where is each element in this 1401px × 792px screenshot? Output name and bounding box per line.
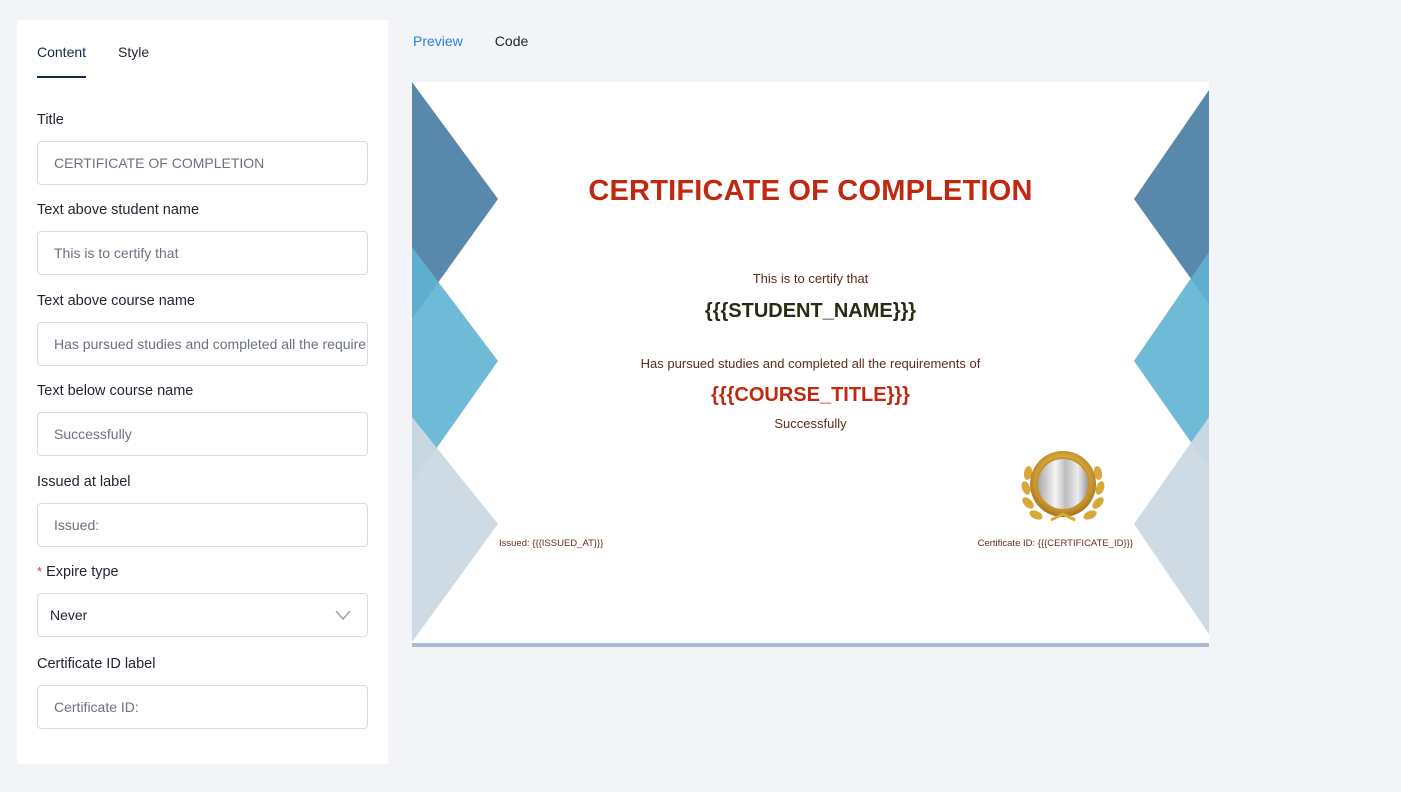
above-course-field: Text above course name Has pursued studi…: [37, 291, 368, 366]
title-input[interactable]: CERTIFICATE OF COMPLETION: [37, 141, 368, 185]
below-course-field: Text below course name Successfully: [37, 381, 368, 456]
expire-type-label: * Expire type: [37, 562, 368, 582]
below-course-label: Text below course name: [37, 383, 194, 399]
above-student-input[interactable]: This is to certify that: [37, 231, 368, 275]
certificate-student-name: {{{STUDENT_NAME}}}: [704, 300, 917, 322]
expire-type-field: * Expire type Never: [37, 562, 368, 637]
title-field: Title CERTIFICATE OF COMPLETION: [37, 110, 368, 185]
required-mark: *: [37, 564, 43, 579]
chevron-down-icon: [335, 610, 351, 621]
certificate-id: Certificate ID: {{{CERTIFICATE_ID}}}: [977, 538, 1133, 549]
issued-label-field: Issued at label Issued:: [37, 472, 368, 547]
certificate-above-course: Has pursued studies and completed all th…: [640, 356, 981, 371]
below-course-input[interactable]: Successfully: [37, 412, 368, 456]
above-course-input[interactable]: Has pursued studies and completed all th…: [37, 322, 368, 366]
certificate-course-title: {{{COURSE_TITLE}}}: [711, 384, 910, 406]
cert-id-label-field: Certificate ID label Certificate ID:: [37, 654, 368, 729]
above-course-label: Text above course name: [37, 293, 195, 309]
certificate-preview: CERTIFICATE OF COMPLETION This is to cer…: [412, 82, 1209, 647]
certificate-below-course: Successfully: [774, 416, 847, 431]
cert-id-label-input[interactable]: Certificate ID:: [37, 685, 368, 729]
expire-type-value: Never: [50, 607, 88, 623]
certificate-title: CERTIFICATE OF COMPLETION: [588, 175, 1033, 207]
settings-tabs: Content Style: [37, 44, 181, 78]
tab-content[interactable]: Content: [37, 44, 87, 78]
issued-label-input[interactable]: Issued:: [37, 503, 368, 547]
above-student-field: Text above student name This is to certi…: [37, 200, 368, 275]
tab-preview[interactable]: Preview: [413, 33, 463, 49]
cert-id-label-label: Certificate ID label: [37, 656, 156, 672]
certificate-above-student: This is to certify that: [752, 271, 869, 286]
preview-tabs: Preview Code: [413, 33, 560, 49]
title-label: Title: [37, 112, 64, 128]
issued-label-label: Issued at label: [37, 474, 131, 490]
tab-code[interactable]: Code: [495, 33, 528, 49]
expire-type-label-text: Expire type: [46, 564, 119, 580]
tab-style[interactable]: Style: [118, 44, 149, 78]
certificate-issued-at: Issued: {{{ISSUED_AT}}}: [499, 538, 604, 549]
gold-seal-icon: [1021, 451, 1105, 522]
settings-panel: Content Style Title CERTIFICATE OF COMPL…: [17, 20, 388, 764]
above-student-label: Text above student name: [37, 202, 200, 218]
expire-type-select[interactable]: Never: [37, 593, 368, 637]
